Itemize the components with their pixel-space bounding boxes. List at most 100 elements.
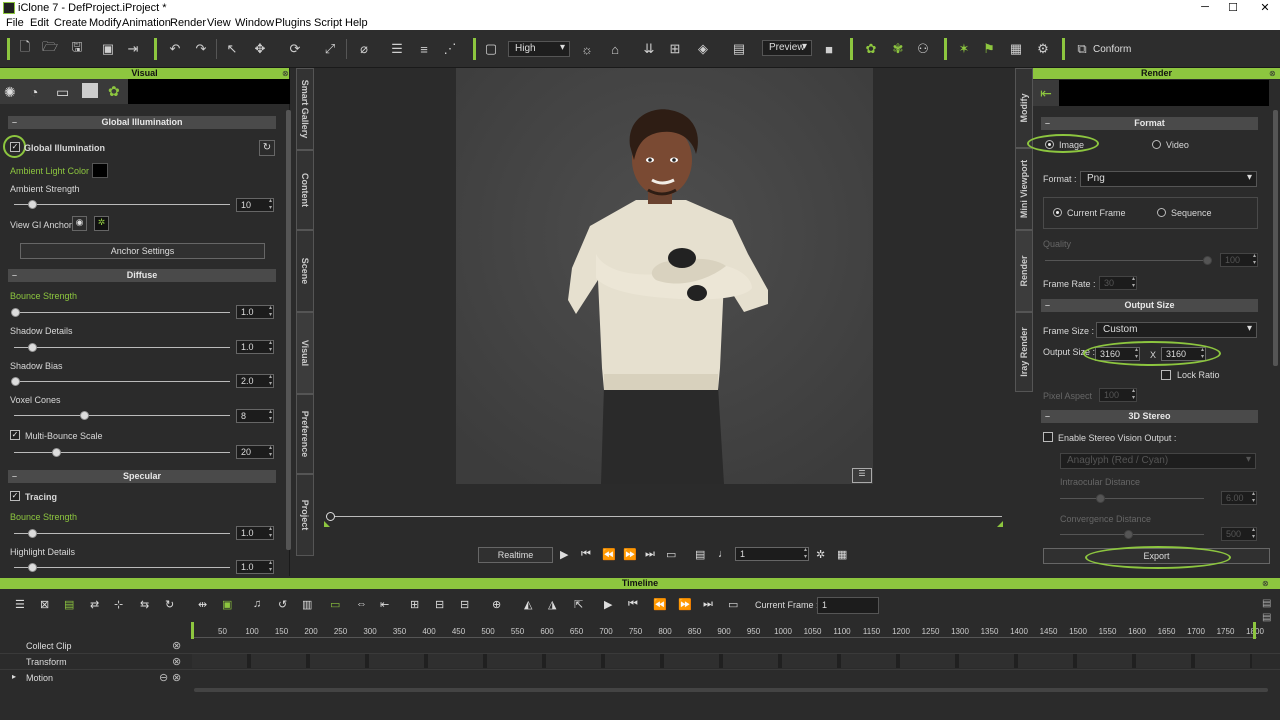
eye-icon[interactable]: ◉: [72, 216, 87, 231]
export-icon[interactable]: ⇥: [124, 40, 142, 58]
range-end-marker[interactable]: [997, 521, 1003, 527]
quality-select[interactable]: High: [508, 41, 570, 57]
intraocular-slider[interactable]: [1060, 494, 1204, 503]
viewport[interactable]: ☰: [456, 68, 873, 484]
tab-preference[interactable]: Preference: [296, 394, 314, 474]
prev-frame-icon[interactable]: ⏪: [602, 548, 616, 561]
motion-layer-icon[interactable]: ⊖: [159, 671, 168, 684]
render-tab-icon[interactable]: ⇤: [1033, 80, 1059, 106]
video-radio[interactable]: [1152, 140, 1161, 149]
loop-icon[interactable]: ▭: [666, 548, 676, 561]
slider-knob[interactable]: [80, 411, 89, 420]
mirror-flip-icon[interactable]: ◮: [548, 598, 556, 611]
track-collect-clip[interactable]: Collect Clip: [26, 641, 72, 651]
slider-knob[interactable]: [1124, 530, 1133, 539]
conform-icon[interactable]: ⧉: [1073, 40, 1091, 58]
lighting-icon[interactable]: ◔: [30, 84, 38, 100]
align-icon[interactable]: ☰: [388, 40, 406, 58]
visual-panel-scrollbar[interactable]: [286, 110, 291, 550]
viewport-icon[interactable]: ▢: [482, 40, 500, 58]
slider-knob[interactable]: [1203, 256, 1212, 265]
spec-bounce-input[interactable]: 1.0: [236, 526, 274, 540]
timeline-close-icon[interactable]: ⊗: [1262, 579, 1269, 588]
slider-knob[interactable]: [28, 529, 37, 538]
menu-render[interactable]: Render: [170, 17, 206, 29]
tab-render[interactable]: Render: [1015, 230, 1033, 312]
flip-icon[interactable]: ⇹: [198, 598, 207, 611]
timeline-prev-icon[interactable]: ⏪: [653, 598, 667, 611]
frame-size-select[interactable]: Custom: [1096, 322, 1257, 338]
add-key-icon[interactable]: ⊹: [114, 598, 123, 611]
menu-plugins[interactable]: Plugins: [275, 17, 311, 29]
close-track-icon[interactable]: ⊗: [172, 639, 181, 652]
track-motion[interactable]: Motion: [26, 673, 53, 683]
close-track-icon[interactable]: ⊗: [172, 655, 181, 668]
preview-select[interactable]: Preview: [762, 40, 812, 56]
go-end-icon[interactable]: ⏭: [645, 548, 655, 561]
quality-input[interactable]: 100: [1220, 253, 1258, 267]
subtitle-icon[interactable]: ▤: [695, 548, 705, 561]
layer-icon[interactable]: ▣: [222, 598, 232, 611]
trim-icon[interactable]: ⇔: [356, 598, 367, 610]
tab-scene[interactable]: Scene: [296, 230, 314, 312]
tab-mini-viewport[interactable]: Mini Viewport: [1015, 148, 1033, 230]
sync-icon[interactable]: ⇄: [90, 598, 99, 611]
menu-file[interactable]: File: [6, 17, 24, 29]
frame-input[interactable]: 1: [735, 547, 809, 561]
range-start-marker[interactable]: [324, 521, 330, 527]
home-view-icon[interactable]: ⌂: [606, 40, 624, 58]
render-panel-close-icon[interactable]: ⊗: [1269, 69, 1276, 78]
maximize-button[interactable]: ☐: [1226, 1, 1240, 14]
video-camera-icon[interactable]: ■: [820, 40, 838, 58]
timeline-play-icon[interactable]: ▶: [604, 598, 612, 611]
camera-switch-icon[interactable]: ✲: [816, 548, 825, 561]
menu-view[interactable]: View: [207, 17, 231, 29]
frame-rate-input[interactable]: 30: [1099, 276, 1137, 290]
snap-icon[interactable]: ⋰: [441, 40, 459, 58]
menu-window[interactable]: Window: [235, 17, 274, 29]
anchor-settings-button[interactable]: Anchor Settings: [20, 243, 265, 259]
move-icon[interactable]: ✥: [251, 40, 269, 58]
slider-knob[interactable]: [11, 377, 20, 386]
track-list-icon[interactable]: ☰: [15, 598, 25, 611]
slider-knob[interactable]: [1096, 494, 1105, 503]
current-frame-radio[interactable]: [1053, 208, 1062, 217]
timeline-next-icon[interactable]: ⏩: [678, 598, 692, 611]
menu-edit[interactable]: Edit: [30, 17, 49, 29]
slider-knob[interactable]: [28, 343, 37, 352]
ambient-strength-slider[interactable]: [14, 200, 230, 209]
fit-view-icon[interactable]: ⇊: [640, 40, 658, 58]
light-icon[interactable]: ☼: [578, 40, 596, 58]
close-track-icon[interactable]: ⊗: [172, 671, 181, 684]
specular-section-header[interactable]: – Specular: [8, 470, 276, 483]
shadow-details-input[interactable]: 1.0: [236, 340, 274, 354]
menu-modify[interactable]: Modify: [89, 17, 121, 29]
multi-bounce-slider[interactable]: [14, 448, 230, 457]
audio-icon[interactable]: ♩: [718, 548, 729, 560]
rotate-icon[interactable]: ⟳: [286, 40, 304, 58]
highlight-details-slider[interactable]: [14, 563, 230, 572]
bounce-strength-input[interactable]: 1.0: [236, 305, 274, 319]
music-icon[interactable]: ♫: [253, 598, 261, 610]
convergence-input[interactable]: 500: [1221, 527, 1257, 541]
scale-icon[interactable]: ⤢: [321, 40, 339, 58]
timeline-scroll-down-icon[interactable]: ▤: [1262, 612, 1271, 623]
settings-icon[interactable]: ⚙: [1034, 40, 1052, 58]
ambient-light-color-swatch[interactable]: [92, 163, 108, 178]
tab-iray-render[interactable]: Iray Render: [1015, 312, 1033, 392]
render-stack-icon[interactable]: ▤: [730, 40, 748, 58]
show-selected-icon[interactable]: ▤: [64, 598, 74, 611]
character-icon[interactable]: ✿: [862, 40, 880, 58]
reset-icon[interactable]: ↻: [259, 140, 275, 156]
distribute-icon[interactable]: ≡: [415, 40, 433, 58]
next-frame-icon[interactable]: ⏩: [623, 548, 637, 561]
minimize-button[interactable]: ─: [1198, 1, 1212, 13]
open-project-icon[interactable]: 🗁: [41, 39, 59, 58]
timeline-loop-icon[interactable]: ▭: [728, 598, 738, 611]
pick-parent-icon[interactable]: ⌀: [355, 40, 373, 58]
intraocular-input[interactable]: 6.00: [1221, 491, 1257, 505]
comment-icon[interactable]: ☰: [852, 468, 872, 483]
sequence-radio[interactable]: [1157, 208, 1166, 217]
pixel-aspect-input[interactable]: 100: [1099, 388, 1137, 402]
multi-bounce-input[interactable]: 20: [236, 445, 274, 459]
